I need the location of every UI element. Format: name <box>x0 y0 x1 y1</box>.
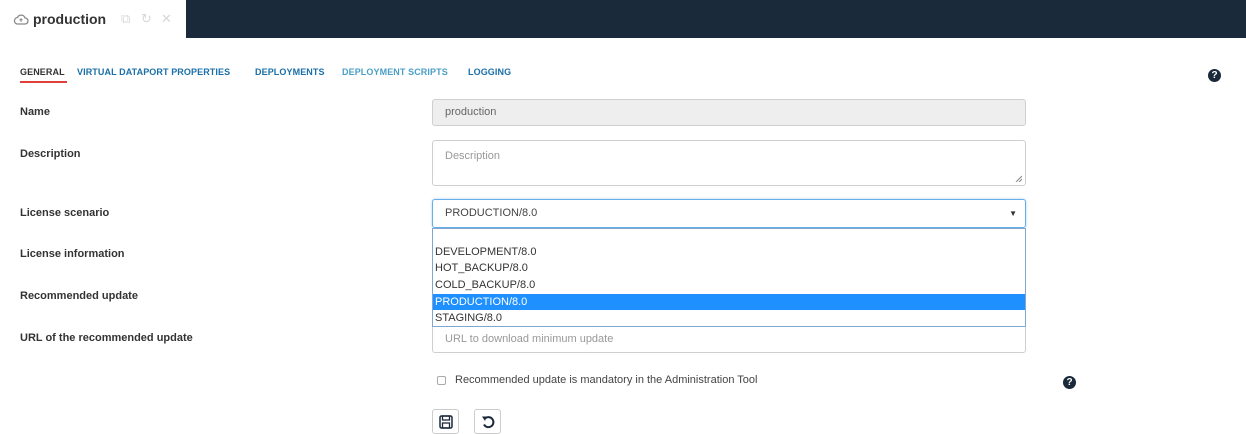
description-field[interactable]: Description <box>432 140 1026 186</box>
option-production[interactable]: PRODUCTION/8.0 <box>433 294 1025 310</box>
mandatory-update-label: Recommended update is mandatory in the A… <box>455 374 758 386</box>
refresh-icon[interactable]: ↻ <box>141 11 152 27</box>
save-icon <box>439 415 453 429</box>
resize-handle-icon[interactable] <box>1015 175 1022 182</box>
recommended-update-url-placeholder: URL to download minimum update <box>445 333 614 345</box>
tab-title: production <box>33 11 107 27</box>
option-development[interactable]: DEVELOPMENT/8.0 <box>433 244 1025 260</box>
name-label: Name <box>20 106 50 118</box>
recommended-update-url-label: URL of the recommended update <box>20 332 193 344</box>
cloud-icon <box>13 14 29 25</box>
element-tab[interactable]: production ⧉ ↻ ✕ <box>0 0 186 38</box>
copy-icon[interactable]: ⧉ <box>121 11 130 27</box>
undo-icon <box>482 416 495 429</box>
option-hot-backup[interactable]: HOT_BACKUP/8.0 <box>433 260 1025 276</box>
name-value: production <box>445 106 497 118</box>
description-placeholder: Description <box>445 150 501 162</box>
name-field: production <box>432 99 1026 126</box>
tab-general[interactable]: GENERAL <box>20 67 65 77</box>
save-button[interactable] <box>432 409 459 434</box>
caret-down-icon: ▼ <box>1009 209 1017 218</box>
close-icon[interactable]: ✕ <box>161 11 172 27</box>
license-scenario-label: License scenario <box>20 207 110 219</box>
recommended-update-url-field[interactable]: URL to download minimum update <box>432 327 1026 353</box>
mandatory-update-checkbox[interactable] <box>437 376 446 385</box>
tab-deployments[interactable]: DEPLOYMENTS <box>255 67 325 77</box>
tab-logging[interactable]: LOGGING <box>468 67 511 77</box>
description-label: Description <box>20 148 81 160</box>
question-circle-icon[interactable]: ? <box>1208 69 1221 82</box>
option-staging[interactable]: STAGING/8.0 <box>433 310 1025 326</box>
option-cold-backup[interactable]: COLD_BACKUP/8.0 <box>433 277 1025 293</box>
license-scenario-select[interactable]: PRODUCTION/8.0 ▼ <box>432 199 1026 228</box>
tab-virtual-dataport-properties[interactable]: VIRTUAL DATAPORT PROPERTIES <box>77 67 230 77</box>
license-scenario-value: PRODUCTION/8.0 <box>445 207 538 219</box>
top-bar <box>0 0 1246 38</box>
tab-deployment-scripts[interactable]: DEPLOYMENT SCRIPTS <box>342 67 448 77</box>
undo-button[interactable] <box>474 409 501 434</box>
license-information-label: License information <box>20 248 125 260</box>
question-circle-icon[interactable]: ? <box>1063 376 1076 389</box>
recommended-update-label: Recommended update <box>20 290 138 302</box>
active-tab-underline <box>20 81 67 83</box>
license-scenario-dropdown: DEVELOPMENT/8.0 HOT_BACKUP/8.0 COLD_BACK… <box>432 228 1026 327</box>
